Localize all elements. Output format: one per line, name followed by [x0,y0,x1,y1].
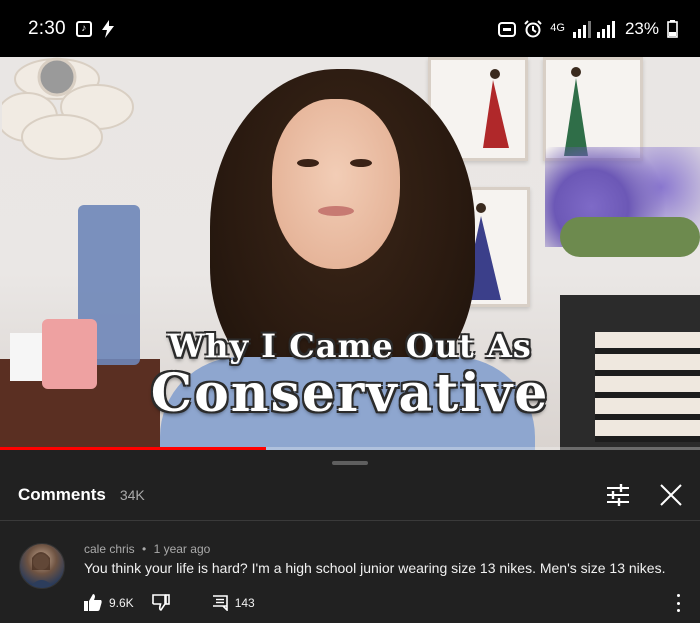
video-title-line2: Conservative [150,363,550,424]
comment-item: cale chris • 1 year ago You think your l… [0,534,700,623]
comment-text: You think your life is hard? I'm a high … [84,560,666,576]
presenter-eye [350,159,372,167]
close-icon[interactable] [660,484,682,506]
comment-time: 1 year ago [153,542,211,556]
meta-separator: • [142,542,147,556]
charging-bolt-icon [101,19,114,38]
presenter-lips [318,206,354,216]
comment-author[interactable]: cale chris [84,542,135,556]
media-notification-icon: ♪ [75,20,92,37]
reply-comment-icon [212,594,228,611]
status-time: 2:30 [28,17,66,39]
status-bar: 2:30 ♪ 4G 23% [0,0,700,57]
presenter-eye [297,159,319,167]
battery-percent: 23% [624,18,659,38]
comments-title: Comments [18,485,106,504]
sort-filter-icon[interactable] [606,484,630,506]
wall-flower-decor [2,57,134,160]
dislike-button[interactable] [151,594,170,611]
network-type-label: 4G [550,22,565,34]
comment-meta: cale chris • 1 year ago [84,542,210,556]
wall-art-frame [543,57,643,161]
like-count: 9.6K [109,595,134,610]
header-divider [0,520,700,521]
comments-header: Comments 34K [0,470,700,520]
commenter-avatar[interactable] [19,543,65,589]
comments-sheet: Comments 34K cale chris • 1 year ago You… [0,450,700,623]
comment-actions: 9.6K 143 [84,594,255,611]
video-title-line1: Why I Came Out As [168,327,532,365]
like-button[interactable]: 9.6K [84,594,134,611]
more-options-icon[interactable] [674,594,682,612]
battery-charging-icon [667,19,678,38]
plant-leaves [560,217,700,257]
comments-count: 34K [119,487,145,503]
presenter-face [272,99,400,269]
sheet-drag-handle[interactable] [332,461,368,465]
video-player[interactable]: Why I Came Out As Conservative [0,57,700,450]
alarm-icon [524,19,542,37]
reply-button[interactable]: 143 [212,594,255,611]
thumbs-up-icon [84,594,102,611]
thumbs-down-icon [151,594,170,611]
reply-count: 143 [234,595,255,610]
do-not-disturb-icon [498,21,517,37]
signal-strength-icon [572,20,615,38]
